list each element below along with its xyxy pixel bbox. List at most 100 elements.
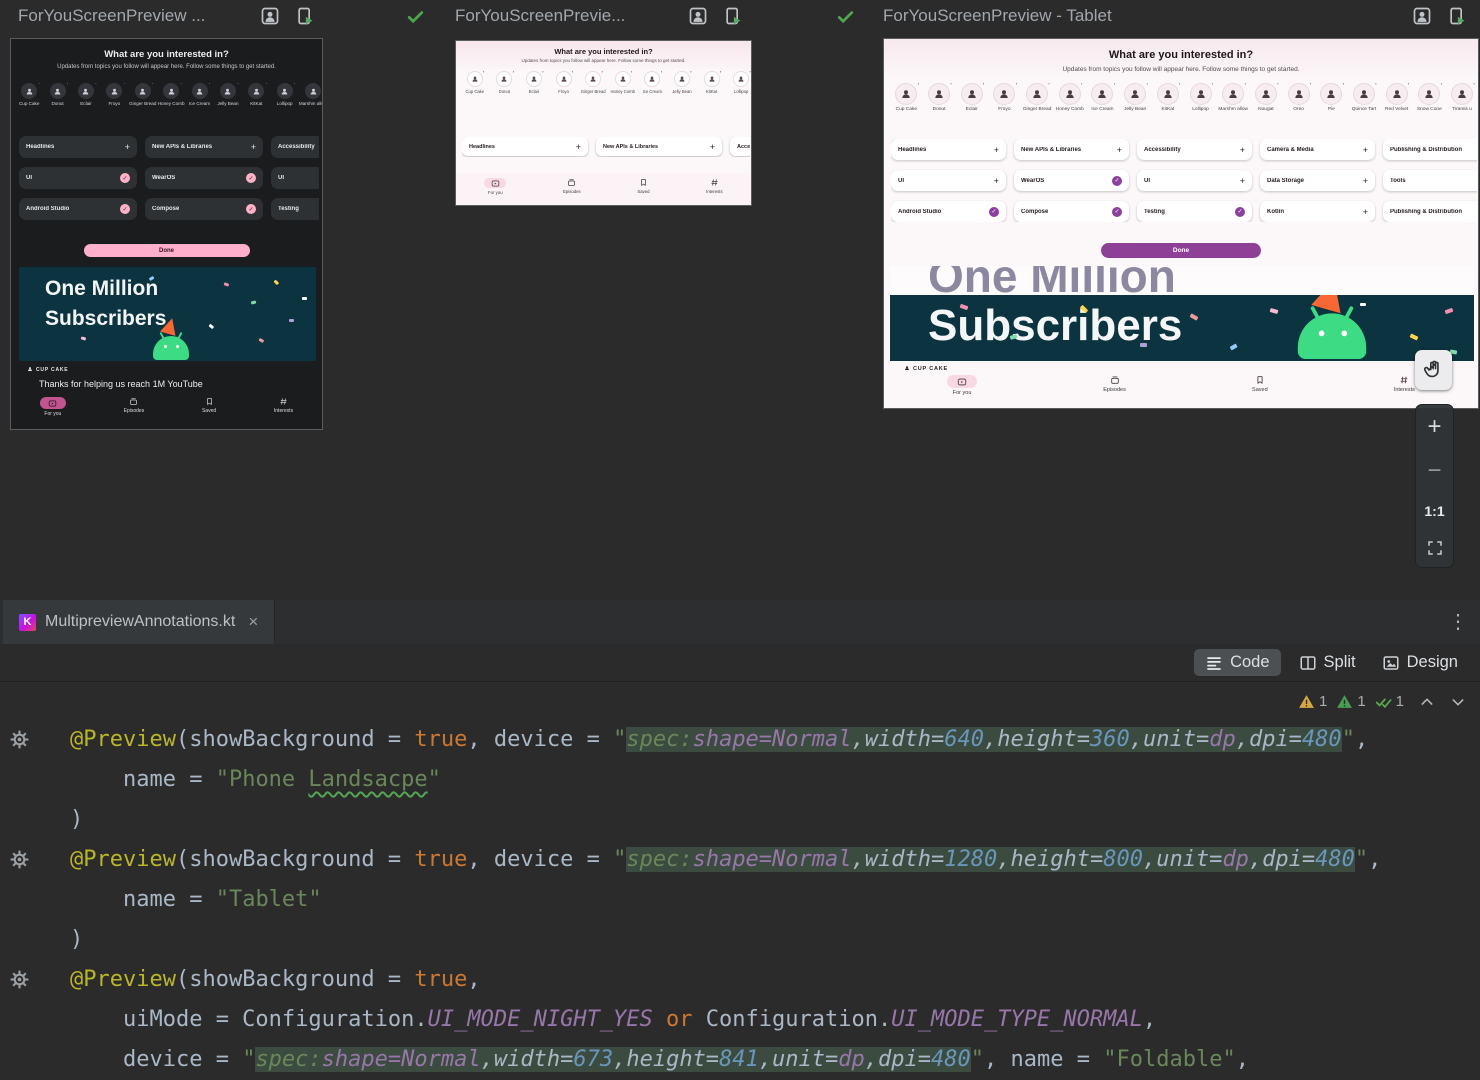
confetti-piece [209, 324, 214, 329]
code-line[interactable]: name = "Phone Landsacpe" [0, 760, 1480, 800]
zoom-to-fit-button[interactable] [1426, 539, 1444, 557]
avatar-circle: + [467, 71, 483, 87]
interactive-preview-icon[interactable] [1412, 6, 1432, 26]
run-preview-icon[interactable] [1447, 6, 1467, 26]
avatar-label: Eclair [966, 107, 978, 113]
prev-problem-icon[interactable] [1419, 694, 1435, 710]
check-icon: ✓ [1112, 176, 1122, 186]
code-text[interactable]: ) [70, 800, 83, 840]
add-icon: + [949, 83, 953, 87]
avatar-circle: + [993, 83, 1015, 105]
zoom-ratio-button[interactable]: 1:1 [1424, 503, 1444, 519]
nav-icon-wrap [279, 397, 288, 406]
render-ok-check-icon [836, 7, 855, 26]
add-icon: + [1472, 83, 1476, 87]
nav-icon-wrap [1399, 375, 1409, 385]
bottom-nav: For youEpisodesSavedInterests [456, 173, 751, 206]
preview-settings-gear-icon[interactable] [9, 969, 30, 990]
next-problem-icon[interactable] [1450, 694, 1466, 710]
passed-indicator[interactable]: 1 [1375, 693, 1404, 710]
interactive-preview-icon[interactable] [260, 6, 280, 26]
add-icon: + [179, 83, 183, 86]
code-text[interactable]: device = "spec:shape=Normal,width=673,he… [70, 1040, 1249, 1080]
nav-icon-wrap [567, 178, 576, 187]
preview-thumbnail-phone-landscape[interactable]: What are you interested in? Updates from… [455, 40, 752, 206]
code-line[interactable]: @Preview(showBackground = true, device =… [0, 840, 1480, 880]
code-line[interactable]: ) [0, 800, 1480, 840]
account-name: CUP CAKE [36, 367, 68, 373]
editor-tab[interactable]: K MultipreviewAnnotations.kt × [3, 600, 275, 644]
topic-avatar: +Donut [43, 83, 71, 106]
for-you-icon [957, 377, 967, 387]
add-icon: + [1363, 145, 1368, 155]
code-line[interactable]: uiMode = Configuration.UI_MODE_NIGHT_YES… [0, 1000, 1480, 1040]
avatar-circle: + [1451, 83, 1473, 105]
preview-thumbnail-tablet[interactable]: What are you interested in? Updates from… [883, 38, 1479, 409]
topic-chip: Accessibility+ [1137, 139, 1252, 160]
code-line[interactable]: ) [0, 920, 1480, 960]
topic-avatar: +Oreo [1282, 83, 1315, 113]
code-text[interactable]: @Preview(showBackground = true, [70, 960, 481, 1000]
chip-label: Testing [278, 206, 299, 212]
preview-settings-gear-icon[interactable] [9, 849, 30, 870]
topic-avatar-row: +Cup Cake+Donut+Eclair+Froyo+Ginger Brea… [890, 83, 1478, 113]
preview-headline: What are you interested in? [456, 47, 751, 56]
code-text[interactable]: @Preview(showBackground = true, device =… [70, 720, 1368, 760]
run-preview-icon[interactable] [723, 6, 743, 26]
close-icon[interactable]: × [248, 612, 258, 632]
avatar-label: Eclair [529, 89, 539, 94]
code-text[interactable]: name = "Tablet" [70, 880, 322, 920]
avatar-label: Ice Cream [643, 89, 662, 94]
view-mode-code[interactable]: Code [1194, 649, 1280, 676]
confetti-piece [1270, 308, 1279, 314]
avatar-label: Honey Comb [1056, 107, 1084, 113]
add-icon: + [1439, 83, 1443, 87]
topic-avatar: +KitKat [242, 83, 270, 106]
topic-avatar: +Eclair [72, 83, 100, 106]
preview-title-phone-landscape[interactable]: ForYouScreenPrevie... [455, 6, 625, 26]
preview-thumbnail-phone-dark[interactable]: What are you interested in? Updates from… [10, 38, 323, 430]
subscribers-banner: One Million Subscribers [19, 267, 316, 361]
confetti-piece [259, 338, 265, 343]
view-mode-design[interactable]: Design [1374, 649, 1466, 676]
preview-settings-gear-icon[interactable] [9, 729, 30, 750]
topic-avatar: +Ice Cream [638, 71, 668, 94]
topic-avatar: +Donut [923, 83, 956, 113]
avatar-label: Ice Cream [189, 101, 210, 106]
zoom-in-button[interactable]: + [1427, 415, 1441, 439]
more-options-icon[interactable]: ⋮ [1448, 609, 1468, 634]
topic-avatar: +Cup Cake [15, 83, 43, 106]
topic-avatar: +Marshm allow [299, 83, 322, 106]
interests-icon [279, 397, 288, 406]
weak-warnings-indicator[interactable]: 1 [1336, 693, 1365, 710]
run-preview-icon[interactable] [295, 6, 315, 26]
view-mode-label: Code [1230, 653, 1269, 672]
code-line[interactable]: @Preview(showBackground = true, [0, 960, 1480, 1000]
code-text[interactable]: @Preview(showBackground = true, device =… [70, 840, 1381, 880]
interactive-preview-icon[interactable] [688, 6, 708, 26]
weak-warning-icon [1336, 693, 1353, 710]
topic-avatar: +Honey Comb [608, 71, 638, 94]
warnings-indicator[interactable]: 1 [1298, 693, 1327, 710]
code-text[interactable]: ) [70, 920, 83, 960]
editor-gutter [0, 1040, 70, 1080]
add-icon: + [1363, 176, 1368, 186]
nav-item-for-you: For you [40, 397, 66, 417]
code-line[interactable]: @Preview(showBackground = true, device =… [0, 720, 1480, 760]
confetti-piece [1360, 303, 1366, 306]
code-editor[interactable]: 1 1 1 @Preview(showBackground = true, de… [0, 682, 1480, 1080]
zoom-out-button[interactable]: − [1427, 459, 1441, 483]
chip-label: Headlines [898, 147, 926, 153]
topic-avatar: +Ginger Bread [578, 71, 608, 94]
avatar-circle: + [1386, 83, 1408, 105]
view-mode-split[interactable]: Split [1291, 649, 1364, 676]
preview-title-phone-dark[interactable]: ForYouScreenPreview ... [18, 6, 205, 26]
code-text[interactable]: uiMode = Configuration.UI_MODE_NIGHT_YES… [70, 1000, 1156, 1040]
preview-title-tablet[interactable]: ForYouScreenPreview - Tablet [883, 6, 1112, 26]
code-text[interactable]: name = "Phone Landsacpe" [70, 760, 441, 800]
code-line[interactable]: device = "spec:shape=Normal,width=673,he… [0, 1040, 1480, 1080]
pan-tool-button[interactable] [1415, 350, 1452, 390]
topic-avatar: +Ice Cream [185, 83, 213, 106]
code-line[interactable]: name = "Tablet" [0, 880, 1480, 920]
add-icon: + [982, 83, 986, 87]
